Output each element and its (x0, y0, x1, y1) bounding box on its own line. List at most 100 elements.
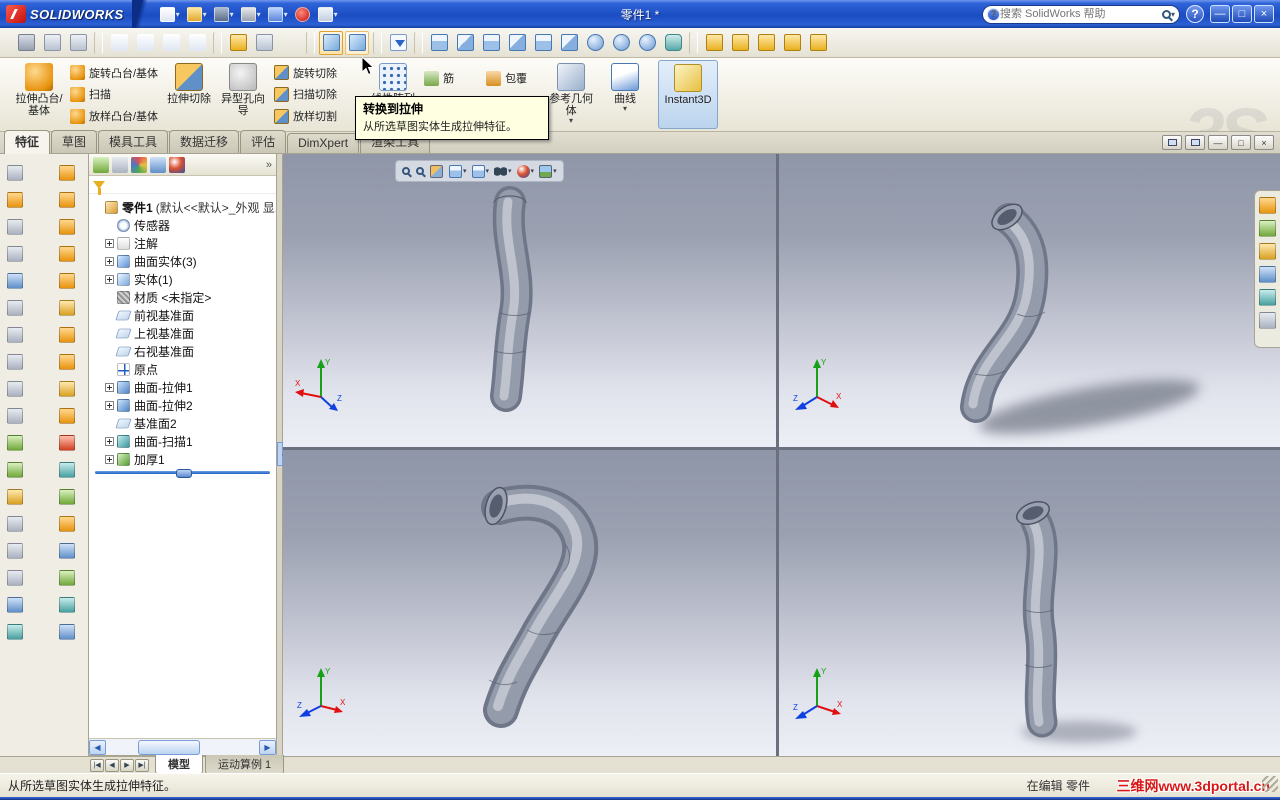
toolbar-icon[interactable] (306, 31, 315, 54)
custom-properties-icon[interactable] (1259, 312, 1276, 329)
convert-to-extrude-icon[interactable] (319, 30, 343, 55)
spline-tool-icon[interactable] (728, 31, 752, 55)
undo-icon[interactable]: ▾ (266, 3, 290, 25)
left-toolbar-icon[interactable] (4, 243, 26, 265)
toolbar-icon[interactable] (414, 31, 423, 54)
curves-button[interactable]: 曲线 ▾ (598, 60, 652, 129)
convert-to-cut-icon[interactable] (345, 30, 369, 55)
tree-item[interactable]: 加厚1 (105, 450, 276, 468)
search-dropdown-icon[interactable]: ▾ (1171, 10, 1175, 19)
toolbar-icon[interactable] (213, 31, 222, 54)
left-toolbar-icon[interactable] (4, 351, 26, 373)
zoom-fit-icon[interactable] (402, 167, 411, 175)
ribbon-button[interactable]: 放样凸台/基体 (70, 106, 158, 126)
minimize-button[interactable]: — (1210, 5, 1230, 23)
design-library-icon[interactable] (1259, 220, 1276, 237)
macro-record-icon[interactable] (293, 3, 313, 25)
display-style-icon[interactable]: ▾ (471, 164, 490, 178)
viewport-front[interactable]: ▾ ▾ ▾ ▾ ▾ Y X Z (283, 154, 776, 447)
tree-item[interactable]: 上视基准面 (105, 324, 276, 342)
command-manager-tab[interactable]: 特征 (4, 130, 51, 154)
filter-funnel-icon[interactable] (93, 180, 105, 195)
left-toolbar-icon[interactable] (56, 351, 78, 373)
dropdown-arrow-icon[interactable]: ▾ (203, 10, 207, 19)
tree-root-item[interactable]: 零件1 (默认<<默认>_外观 显... (93, 198, 276, 216)
view-left-icon[interactable] (479, 31, 503, 55)
left-toolbar-icon[interactable] (4, 567, 26, 589)
left-toolbar-icon[interactable] (4, 486, 26, 508)
toolbar-icon[interactable] (689, 31, 698, 54)
tree-expander[interactable] (105, 256, 114, 266)
tree-item[interactable]: 基准面2 (105, 414, 276, 432)
new-document-icon[interactable]: ▾ (158, 3, 182, 25)
ribbon-button[interactable]: 筋 (424, 68, 478, 88)
screen-capture-icon[interactable] (14, 31, 38, 55)
reference-geometry-button[interactable]: 参考几何体 ▾ (544, 60, 598, 129)
tree-expander[interactable] (105, 454, 114, 464)
dropdown-arrow-icon[interactable]: ▾ (334, 10, 338, 19)
left-toolbar-icon[interactable] (56, 405, 78, 427)
dropdown-arrow-icon[interactable]: ▾ (284, 10, 288, 19)
sketch-doc-icon[interactable] (185, 31, 209, 55)
command-manager-tab[interactable]: 数据迁移 (169, 130, 240, 153)
command-manager-tab[interactable]: DimXpert (287, 133, 360, 153)
pipe-model[interactable] (283, 450, 776, 756)
scroll-left-button[interactable]: ◀ (89, 739, 106, 755)
left-toolbar-icon[interactable] (56, 594, 78, 616)
tab-scroll-button[interactable]: |◀ (90, 758, 104, 772)
left-toolbar-icon[interactable] (56, 621, 78, 643)
ribbon-button[interactable]: 包覆 (486, 68, 540, 88)
sketch-doc-icon[interactable] (133, 31, 157, 55)
dimxpertmanager-tab-icon[interactable] (150, 156, 166, 173)
document-close-button[interactable]: × (1254, 135, 1274, 150)
dropdown-arrow-icon[interactable]: ▾ (623, 105, 627, 113)
configurationmanager-tab-icon[interactable] (131, 156, 147, 173)
left-toolbar-icon[interactable] (56, 459, 78, 481)
view-right-icon[interactable] (505, 31, 529, 55)
left-toolbar-icon[interactable] (56, 189, 78, 211)
left-toolbar-icon[interactable] (56, 270, 78, 292)
panel-overflow-chevron-icon[interactable]: » (266, 159, 272, 171)
pipe-model[interactable] (779, 450, 1280, 756)
left-toolbar-icon[interactable] (4, 324, 26, 346)
sketch-doc-icon[interactable] (159, 31, 183, 55)
displaymanager-tab-icon[interactable] (169, 156, 185, 173)
document-restore-button[interactable]: □ (1231, 135, 1251, 150)
tree-item[interactable]: 传感器 (105, 216, 276, 234)
dropdown-arrow-icon[interactable]: ▾ (508, 167, 512, 175)
tree-expander[interactable] (105, 382, 114, 392)
tree-item[interactable]: 曲面-扫描1 (105, 432, 276, 450)
pipe-model[interactable] (779, 154, 1280, 447)
view-orientation-icon[interactable]: ▾ (449, 164, 467, 178)
shaded-view-icon[interactable] (583, 31, 607, 55)
measure-icon[interactable] (702, 31, 726, 55)
open-icon[interactable]: ▾ (185, 3, 209, 25)
erase-icon[interactable] (278, 31, 302, 55)
dropdown-arrow-icon[interactable]: ▾ (531, 167, 535, 175)
left-toolbar-icon[interactable] (56, 486, 78, 508)
toolbar-icon[interactable] (94, 31, 103, 54)
search-input[interactable] (1000, 8, 1162, 20)
left-toolbar-icon[interactable] (56, 243, 78, 265)
tree-item[interactable]: 原点 (105, 360, 276, 378)
publish-icon[interactable] (66, 31, 90, 55)
left-toolbar-icon[interactable] (4, 162, 26, 184)
left-toolbar-icon[interactable] (56, 297, 78, 319)
toolbar-icon[interactable] (373, 31, 382, 54)
section-view-icon[interactable] (430, 164, 444, 178)
zoom-area-icon[interactable] (416, 167, 425, 175)
scene-library-icon[interactable] (1259, 289, 1276, 306)
asterisk-tool-icon[interactable] (780, 31, 804, 55)
tree-item[interactable]: 前视基准面 (105, 306, 276, 324)
ribbon-button[interactable]: 旋转切除 (274, 63, 362, 83)
view-front-icon[interactable] (427, 31, 451, 55)
scroll-right-button[interactable]: ▶ (259, 739, 276, 755)
dropdown-arrow-icon[interactable]: ▾ (486, 167, 490, 175)
command-manager-tab[interactable]: 草图 (51, 130, 98, 153)
tree-item[interactable]: 曲面-拉伸1 (105, 378, 276, 396)
left-toolbar-icon[interactable] (4, 405, 26, 427)
scrollbar-track[interactable] (106, 739, 259, 755)
format-painter-icon[interactable] (226, 31, 250, 55)
display-pane-icon[interactable] (40, 31, 64, 55)
extruded-boss-button[interactable]: 拉伸凸台/基体 (12, 60, 66, 129)
